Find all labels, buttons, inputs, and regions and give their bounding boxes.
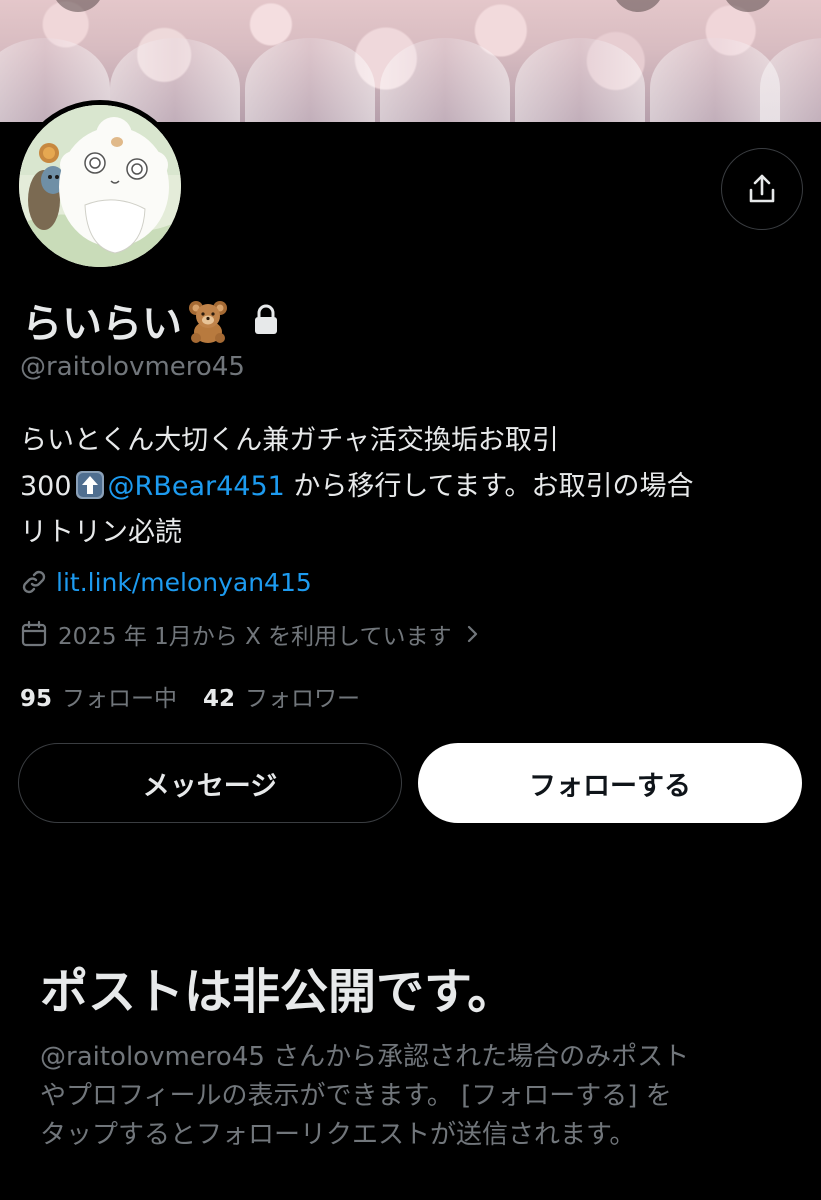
banner-decoration <box>380 38 510 122</box>
followers-count: 42 <box>203 686 236 712</box>
share-icon <box>749 174 775 203</box>
private-notice-line: @raitolovmero45 さんから承認された場合のみポスト <box>40 1042 690 1072</box>
teddy-bear-icon <box>184 296 232 344</box>
following-stat[interactable]: 95 フォロー中 <box>20 679 177 713</box>
banner-decoration <box>515 38 645 122</box>
private-notice-description: @raitolovmero45 さんから承認された場合のみポスト やプロフィール… <box>40 1038 800 1155</box>
profile-bio: らいとくん大切くん兼ガチャ活交換垢お取引 300 @RBear4451 から移行し… <box>20 418 810 556</box>
display-name: らいらい <box>22 301 182 347</box>
banner-decoration <box>245 38 375 122</box>
avatar[interactable] <box>19 105 181 267</box>
banner-decoration <box>612 0 664 12</box>
chevron-right-icon <box>468 625 478 643</box>
link-icon <box>22 570 46 594</box>
following-count: 95 <box>20 686 53 712</box>
user-handle: @raitolovmero45 <box>20 352 245 382</box>
lock-icon <box>250 302 282 338</box>
message-button[interactable]: メッセージ <box>18 743 402 823</box>
banner-decoration <box>760 38 821 122</box>
private-notice-line: タップするとフォローリクエストが送信されます。 <box>40 1120 636 1150</box>
profile-website: lit.link/melonyan415 <box>20 562 312 602</box>
bio-line: 300 @RBear4451 から移行してます。お取引の場合 <box>20 464 810 510</box>
followers-label: フォロワー <box>245 686 361 712</box>
following-label: フォロー中 <box>62 686 178 712</box>
mention-link[interactable]: @RBear4451 <box>108 471 285 502</box>
join-date-row[interactable]: 2025 年 1月から X を利用しています <box>20 614 483 654</box>
bio-text: から移行してます。お取引の場合 <box>284 471 694 502</box>
website-link[interactable]: lit.link/melonyan415 <box>56 568 312 597</box>
follow-button[interactable]: フォローする <box>418 743 802 823</box>
calendar-icon <box>21 620 47 647</box>
banner-decoration <box>52 0 104 12</box>
up-arrow-icon <box>75 469 105 499</box>
banner-decoration <box>722 0 774 12</box>
display-name-row: らいらい <box>22 292 282 348</box>
private-notice-title: ポストは非公開です。 <box>40 964 516 1020</box>
bio-text: 300 <box>20 471 72 502</box>
bio-line: らいとくん大切くん兼ガチャ活交換垢お取引 <box>20 425 559 456</box>
avatar-frame[interactable] <box>14 100 186 272</box>
bio-line: リトリン必読 <box>20 517 182 548</box>
join-date: 2025 年 1月から X を利用しています <box>58 624 452 650</box>
avatar-image <box>19 105 181 267</box>
private-notice-line: やプロフィールの表示ができます。 [フォローする] を <box>40 1081 672 1111</box>
share-button[interactable] <box>721 148 803 230</box>
followers-stat[interactable]: 42 フォロワー <box>203 679 360 713</box>
follow-stats: 95 フォロー中 42 フォロワー <box>20 676 360 716</box>
